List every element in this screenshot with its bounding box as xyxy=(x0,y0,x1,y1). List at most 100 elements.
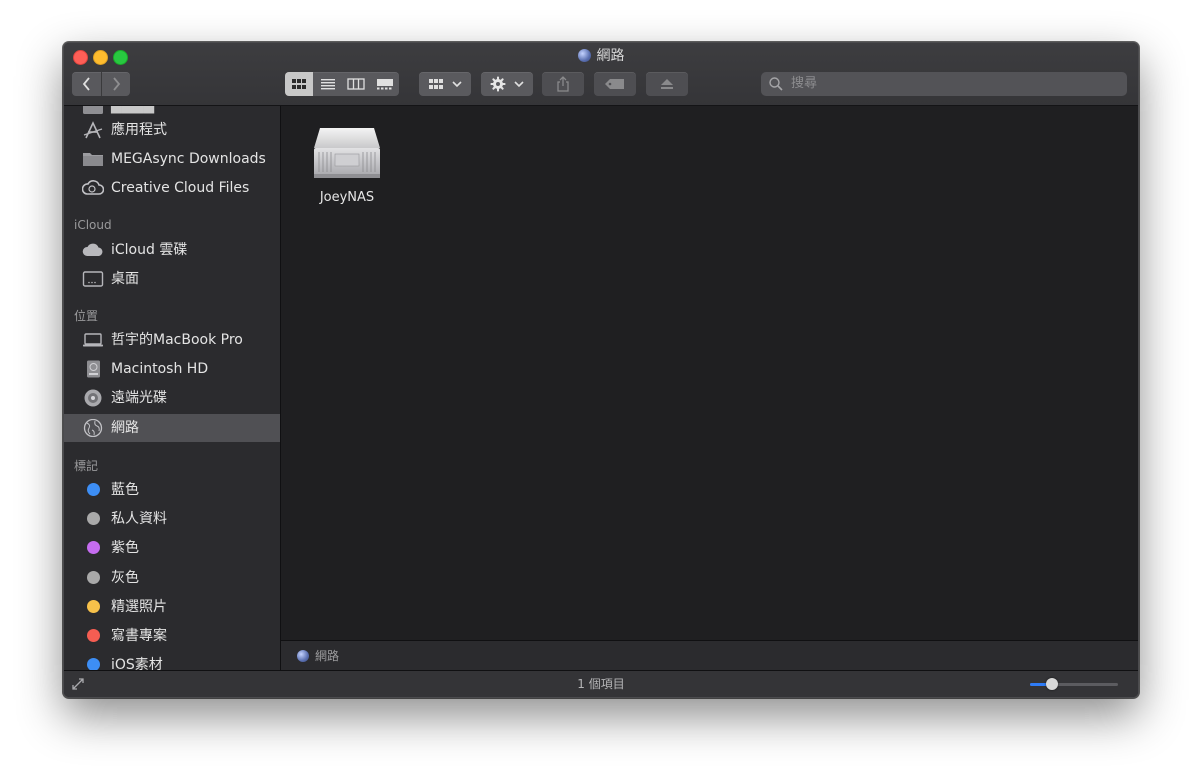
grid-icon xyxy=(292,79,306,89)
sidebar-item-label: 應用程式 xyxy=(111,122,167,138)
forward-button[interactable] xyxy=(102,72,130,96)
nas-server-icon xyxy=(314,128,380,178)
sidebar-item-tag-featured-photos[interactable]: 精選照片 xyxy=(64,593,280,621)
search-icon xyxy=(769,77,783,91)
sidebar-item-tag-ios-assets[interactable]: iOS素材 xyxy=(64,651,280,670)
finder-window: 網路 搜尋 █▆▅▇ 應用程式 MEGAsync Downloads Creat… xyxy=(63,42,1139,698)
list-icon xyxy=(321,79,335,90)
sidebar-item-icloud-drive[interactable]: iCloud 雲碟 xyxy=(64,236,280,264)
path-bar: 網路 xyxy=(281,640,1138,670)
gallery-icon xyxy=(377,79,393,90)
action-menu-button[interactable] xyxy=(481,72,533,96)
group-by-button[interactable] xyxy=(419,72,471,96)
sidebar-item-applications[interactable]: 應用程式 xyxy=(64,116,280,144)
sidebar-item-label: 寫書專案 xyxy=(111,628,167,644)
sidebar-item-macbook-pro[interactable]: 哲宇的MacBook Pro xyxy=(64,326,280,354)
sidebar-section-tags: 標記 xyxy=(74,459,99,473)
sidebar-item-remote-disc[interactable]: 遠端光碟 xyxy=(64,384,280,412)
sidebar-item-label: 網路 xyxy=(111,420,139,436)
chevron-down-icon xyxy=(452,81,462,88)
share-icon xyxy=(557,76,569,92)
eject-button[interactable] xyxy=(646,72,688,96)
item-count-status: 1 個項目 xyxy=(577,677,625,691)
sidebar-item-label: 遠端光碟 xyxy=(111,390,167,406)
sidebar-item-label: 桌面 xyxy=(111,271,139,287)
tag-color-dot xyxy=(87,571,100,584)
optical-disc-icon xyxy=(84,389,102,407)
file-item-label: JoeyNAS xyxy=(319,190,375,205)
sidebar-item-label: Creative Cloud Files xyxy=(111,180,250,196)
file-item-joeynas[interactable]: JoeyNAS xyxy=(307,124,387,205)
network-globe-icon xyxy=(297,650,309,662)
chevron-down-icon xyxy=(514,81,524,88)
hard-drive-icon xyxy=(87,360,100,378)
tag-color-dot xyxy=(87,541,100,554)
status-bar: 1 個項目 xyxy=(64,670,1138,697)
search-field[interactable]: 搜尋 xyxy=(761,72,1127,96)
list-view-button[interactable] xyxy=(314,72,342,96)
slider-knob[interactable] xyxy=(1046,678,1058,690)
chevron-left-icon xyxy=(82,77,90,91)
tag-icon xyxy=(605,79,624,89)
path-bar-item[interactable]: 網路 xyxy=(315,649,339,663)
sidebar-item-label: 私人資料 xyxy=(111,511,167,527)
icloud-drive-icon xyxy=(82,243,103,256)
sidebar-item-desktop[interactable]: 桌面 xyxy=(64,265,280,293)
sidebar-item-tag-blue[interactable]: 藍色 xyxy=(64,476,280,504)
icon-size-slider[interactable] xyxy=(1030,678,1118,690)
file-browser-content: JoeyNAS xyxy=(281,106,1138,640)
chevron-right-icon xyxy=(113,77,121,91)
view-mode-control xyxy=(285,72,399,96)
search-placeholder: 搜尋 xyxy=(791,76,818,91)
sidebar: █▆▅▇ 應用程式 MEGAsync Downloads Creative Cl… xyxy=(64,106,281,670)
folder-icon xyxy=(83,153,103,166)
sidebar-item-megasync-downloads[interactable]: MEGAsync Downloads xyxy=(64,145,280,173)
window-title-text: 網路 xyxy=(596,48,625,64)
sidebar-item-label: 灰色 xyxy=(111,570,139,586)
sidebar-item-network[interactable]: 網路 xyxy=(64,414,280,442)
creative-cloud-icon xyxy=(82,180,104,195)
gallery-view-button[interactable] xyxy=(371,72,399,96)
sidebar-item-label: iCloud 雲碟 xyxy=(111,242,188,258)
folder-icon xyxy=(83,106,103,114)
desktop-icon xyxy=(82,271,104,287)
window-title: 網路 xyxy=(64,47,1138,65)
back-button[interactable] xyxy=(72,72,101,96)
sidebar-item-tag-purple[interactable]: 紫色 xyxy=(64,534,280,562)
group-grid-icon xyxy=(429,79,443,89)
sidebar-item-macintosh-hd[interactable]: Macintosh HD xyxy=(64,355,280,383)
sidebar-item-tag-gray[interactable]: 灰色 xyxy=(64,564,280,592)
tag-color-dot xyxy=(87,658,100,670)
tag-color-dot xyxy=(87,600,100,613)
toggle-sidebar-icon[interactable] xyxy=(71,677,85,691)
network-globe-icon xyxy=(83,419,103,437)
icon-view-button[interactable] xyxy=(285,72,313,96)
applications-icon xyxy=(83,121,103,139)
sidebar-item-label: █▆▅▇ xyxy=(111,106,155,114)
tag-color-dot xyxy=(87,512,100,525)
sidebar-item-label: 哲宇的MacBook Pro xyxy=(111,332,243,348)
sidebar-section-locations: 位置 xyxy=(74,309,99,323)
laptop-icon xyxy=(83,333,103,347)
tag-color-dot xyxy=(87,483,100,496)
sidebar-item-tag-private[interactable]: 私人資料 xyxy=(64,505,280,533)
sidebar-item-label: MEGAsync Downloads xyxy=(111,151,266,167)
columns-icon xyxy=(347,78,365,90)
gear-icon xyxy=(490,76,506,92)
sidebar-item-label: Macintosh HD xyxy=(111,361,209,377)
network-globe-icon xyxy=(577,49,591,62)
column-view-button[interactable] xyxy=(342,72,370,96)
share-button[interactable] xyxy=(542,72,584,96)
eject-icon xyxy=(661,79,673,89)
sidebar-item-label: 精選照片 xyxy=(111,599,167,615)
sidebar-item-creative-cloud-files[interactable]: Creative Cloud Files xyxy=(64,174,280,202)
sidebar-item-label: 紫色 xyxy=(111,540,139,556)
tags-button[interactable] xyxy=(594,72,636,96)
tag-color-dot xyxy=(87,629,100,642)
sidebar-item-tag-book-project[interactable]: 寫書專案 xyxy=(64,622,280,650)
sidebar-item-label: iOS素材 xyxy=(111,657,163,670)
sidebar-section-icloud: iCloud xyxy=(74,218,112,232)
toolbar: 網路 搜尋 xyxy=(64,43,1138,106)
back-forward-control xyxy=(72,72,130,96)
sidebar-item-label: 藍色 xyxy=(111,482,139,498)
